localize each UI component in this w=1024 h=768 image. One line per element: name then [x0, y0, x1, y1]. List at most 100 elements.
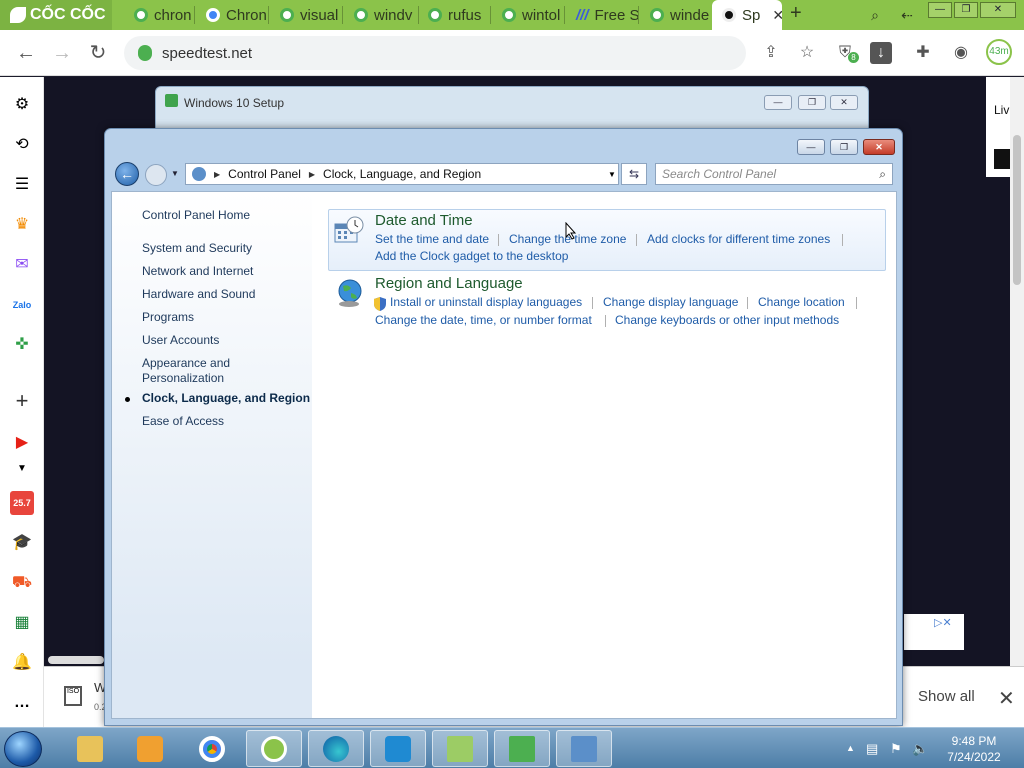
reload-button[interactable]: ↻: [84, 40, 112, 66]
start-button[interactable]: [4, 731, 42, 767]
cart-icon[interactable]: ⛟: [10, 571, 34, 595]
ad-close-icon[interactable]: ▷✕: [934, 616, 952, 629]
tab-5[interactable]: rufus: [418, 0, 490, 30]
history-icon[interactable]: ⟲: [10, 133, 34, 157]
setup-minimize-button[interactable]: —: [764, 95, 792, 110]
gamepad-icon[interactable]: ✜: [10, 333, 34, 357]
tab-9-active[interactable]: Sp ✕: [712, 0, 782, 30]
date-and-time-heading[interactable]: Date and Time: [375, 212, 473, 229]
taskbar-control-panel[interactable]: [556, 730, 612, 767]
cp-back-button[interactable]: ←: [115, 162, 139, 186]
nav-programs[interactable]: Programs: [142, 310, 194, 325]
windows-setup-window[interactable]: [155, 86, 869, 134]
taskbar-setup[interactable]: [494, 730, 550, 767]
messenger-icon[interactable]: ✉: [10, 253, 34, 277]
forward-button[interactable]: →: [48, 40, 76, 66]
reading-list-icon[interactable]: ☰: [10, 173, 34, 197]
change-date-format-link[interactable]: Change the date, time, or number format: [375, 313, 592, 327]
url-text[interactable]: speedtest.net: [162, 45, 252, 62]
taskbar-chrome[interactable]: [184, 730, 240, 767]
cp-maximize-button[interactable]: ❐: [830, 139, 858, 155]
nav-network-and-internet[interactable]: Network and Internet: [142, 264, 253, 279]
extension-shield-icon[interactable]: ⛨ 8: [834, 42, 859, 64]
cp-minimize-button[interactable]: —: [797, 139, 825, 155]
share-icon[interactable]: ⇪: [760, 42, 782, 64]
nav-ease-of-access[interactable]: Ease of Access: [142, 414, 224, 429]
nav-appearance-and-personalization[interactable]: Appearance and Personalization: [142, 356, 252, 386]
tab-6[interactable]: wintol: [492, 0, 564, 30]
breadcrumb-current[interactable]: Clock, Language, and Region: [323, 167, 481, 181]
tab-close-icon[interactable]: ✕: [772, 7, 782, 24]
volume-icon[interactable]: 🔈: [912, 741, 928, 757]
shopping-deal-icon[interactable]: 25.7: [10, 491, 34, 515]
horizontal-scrollbar[interactable]: [48, 656, 104, 664]
tab-1[interactable]: chron: [124, 0, 194, 30]
tab-8[interactable]: winde: [640, 0, 712, 30]
spreadsheet-icon[interactable]: ▦: [10, 611, 34, 635]
taskbar-vscode[interactable]: [370, 730, 426, 767]
profile-badge[interactable]: 43m: [986, 39, 1012, 65]
network-icon[interactable]: ▤: [866, 741, 878, 757]
tab-2[interactable]: Chron: [196, 0, 268, 30]
cp-forward-button[interactable]: [145, 164, 167, 186]
nav-system-and-security[interactable]: System and Security: [142, 241, 252, 256]
cp-address-bar[interactable]: ▶ Control Panel ▶ Clock, Language, and R…: [185, 163, 619, 185]
tab-search-icon[interactable]: ⌕: [864, 4, 886, 26]
setup-close-button[interactable]: ✕: [830, 95, 858, 110]
youtube-icon[interactable]: ▶: [10, 431, 34, 455]
notification-bell-icon[interactable]: 🔔: [10, 651, 34, 675]
back-arrow-icon[interactable]: ⇠: [896, 4, 918, 26]
close-download-shelf-icon[interactable]: ✕: [998, 686, 1015, 711]
graduation-cap-icon[interactable]: 🎓: [10, 531, 34, 555]
nav-clock-language-region[interactable]: Clock, Language, and Region: [142, 391, 310, 406]
cp-refresh-button[interactable]: ⇆: [621, 163, 647, 185]
settings-gear-icon[interactable]: ⚙: [10, 93, 34, 117]
show-all-downloads-button[interactable]: Show all: [918, 688, 975, 705]
omnibox[interactable]: speedtest.net: [124, 36, 746, 70]
taskbar-edge[interactable]: [308, 730, 364, 767]
cp-close-button[interactable]: ✕: [863, 139, 895, 155]
recent-pages-dropdown-icon[interactable]: ▼: [171, 169, 179, 178]
set-time-and-date-link[interactable]: Set the time and date: [375, 232, 489, 246]
minimize-button[interactable]: —: [928, 2, 952, 18]
breadcrumb-arrow-icon[interactable]: ▶: [309, 170, 315, 179]
system-clock[interactable]: 9:48 PM 7/24/2022: [938, 733, 1010, 765]
address-dropdown-icon[interactable]: ▼: [608, 170, 616, 179]
taskbar-coccoc[interactable]: [246, 730, 302, 767]
new-tab-button[interactable]: +: [790, 2, 802, 25]
page-scrollbar-thumb[interactable]: [1013, 135, 1021, 285]
extensions-puzzle-icon[interactable]: ✚: [912, 42, 934, 64]
change-location-link[interactable]: Change location: [758, 295, 845, 309]
crown-icon[interactable]: ♛: [10, 213, 34, 237]
tab-4[interactable]: windv: [344, 0, 418, 30]
show-hidden-icons[interactable]: ▲: [846, 743, 855, 753]
cp-search-input[interactable]: Search Control Panel ⌕: [655, 163, 893, 185]
add-app-icon[interactable]: +: [10, 389, 34, 413]
breadcrumb-control-panel[interactable]: Control Panel: [228, 167, 301, 181]
back-button[interactable]: ←: [12, 40, 40, 66]
nav-user-accounts[interactable]: User Accounts: [142, 333, 219, 348]
expand-chevron-icon[interactable]: ▼: [10, 457, 34, 481]
change-display-language-link[interactable]: Change display language: [603, 295, 738, 309]
change-keyboards-link[interactable]: Change keyboards or other input methods: [615, 313, 839, 327]
tab-7[interactable]: /// Free S: [566, 0, 638, 30]
download-icon[interactable]: ↓: [870, 42, 892, 64]
add-clock-gadget-link[interactable]: Add the Clock gadget to the desktop: [375, 249, 568, 263]
breadcrumb-arrow-icon[interactable]: ▶: [214, 170, 220, 179]
maximize-button[interactable]: ❐: [954, 2, 978, 18]
add-clocks-link[interactable]: Add clocks for different time zones: [647, 232, 830, 246]
taskbar-editor[interactable]: [432, 730, 488, 767]
nav-hardware-and-sound[interactable]: Hardware and Sound: [142, 287, 255, 302]
taskbar-explorer[interactable]: [62, 730, 118, 767]
account-icon[interactable]: ◉: [950, 42, 972, 64]
bookmark-star-icon[interactable]: ☆: [796, 42, 818, 64]
region-and-language-heading[interactable]: Region and Language: [375, 275, 523, 292]
setup-maximize-button[interactable]: ❐: [798, 95, 826, 110]
close-button[interactable]: ✕: [980, 2, 1016, 18]
action-center-flag-icon[interactable]: ⚑: [890, 741, 902, 757]
tab-3[interactable]: visual: [270, 0, 342, 30]
zalo-icon[interactable]: Zalo: [10, 293, 34, 317]
install-display-languages-link[interactable]: Install or uninstall display languages: [390, 295, 582, 309]
search-icon[interactable]: ⌕: [879, 167, 886, 182]
more-options-icon[interactable]: …: [10, 691, 34, 715]
